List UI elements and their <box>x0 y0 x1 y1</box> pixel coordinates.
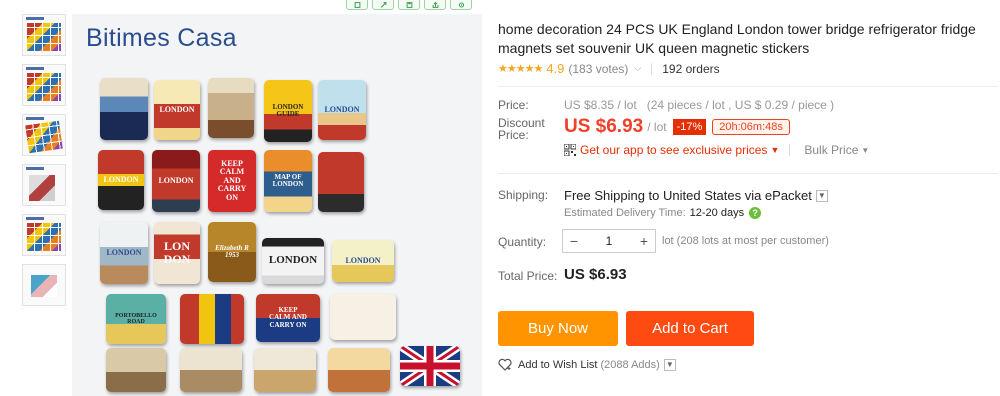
discount-price-label: Discount Price: <box>498 117 545 141</box>
divider <box>498 173 998 174</box>
quantity-stepper: − 1 + <box>562 229 656 253</box>
per-lot: / lot <box>647 120 667 134</box>
magnet-bus: LONDON <box>152 150 200 212</box>
magnet-passenger: LONDON <box>262 238 324 284</box>
magnet-trafalgar <box>180 348 242 392</box>
magnet-crown: Elizabeth R 1953 <box>208 222 256 282</box>
magnet-westminster <box>328 348 390 392</box>
divider <box>651 62 653 75</box>
delivery-estimate: Estimated Delivery Time: 12-20 days ? <box>564 207 762 219</box>
countdown-timer: 20h:06m:48s <box>712 119 790 135</box>
divider <box>789 144 791 156</box>
chevron-down-icon[interactable]: ⌵ <box>634 63 641 74</box>
chevron-down-icon[interactable]: ▼ <box>770 145 779 155</box>
quantity-input[interactable]: 1 <box>585 230 633 252</box>
free-shipping-text: Free Shipping to <box>564 188 660 203</box>
total-price: US $6.93 <box>564 266 627 283</box>
discount-label-line2: Price: <box>498 128 529 142</box>
product-title: home decoration 24 PCS UK England London… <box>498 21 976 56</box>
original-price: US $8.35 / lot (24 pieces / lot , US $ 0… <box>564 98 834 112</box>
wishlist-dropdown-icon[interactable]: ▼ <box>663 358 676 371</box>
magnet-london-poster: LONDON <box>98 150 144 210</box>
brand-logo: Bitimes Casa <box>86 24 237 52</box>
thumbnail-1[interactable] <box>22 14 66 56</box>
magnet-tower-bridge: LONDON <box>318 80 366 140</box>
magnet-keep-calm: KEEP CALM AND CARRY ON <box>208 150 256 212</box>
price-label: Price: <box>498 98 529 112</box>
eta-label: Estimated Delivery Time: <box>564 207 686 219</box>
chevron-down-icon[interactable]: ▼ <box>861 146 869 155</box>
magnet-underground-map <box>330 294 396 340</box>
heart-icon[interactable] <box>498 358 512 371</box>
app-prices-link[interactable]: Get our app to see exclusive prices <box>580 143 767 157</box>
original-price-value: US $8.35 / lot <box>564 98 637 112</box>
rating-value: 4.9 <box>546 61 565 76</box>
shipping-label: Shipping: <box>498 188 549 202</box>
add-to-cart-button[interactable]: Add to Cart <box>626 311 754 346</box>
wishlist-row: Add to Wish List (2088 Adds) ▼ <box>498 358 676 371</box>
magnet-guard: LONDON <box>154 80 200 140</box>
magnet-queen <box>100 78 148 140</box>
shipping-destination: United States via ePacket <box>663 188 812 203</box>
thumbnail-2[interactable] <box>22 64 66 106</box>
star-rating-icon: ★★★★★ <box>498 63 543 75</box>
orders-count: 192 orders <box>662 61 720 76</box>
share-icon[interactable] <box>372 0 394 10</box>
decrease-quantity-button[interactable]: − <box>563 230 585 252</box>
magnet-tower-bridge-photo <box>106 348 166 392</box>
discount-price-row: US $6.93 / lot -17% 20h:06m:48s <box>564 116 790 138</box>
quantity-note: lot (208 lots at most per customer) <box>662 235 829 247</box>
magnet-london-collage <box>180 294 244 344</box>
qr-code-icon <box>564 144 576 156</box>
magnet-union-jack <box>400 346 460 386</box>
discount-badge: -17% <box>672 119 707 135</box>
image-toolbar <box>346 0 472 10</box>
settings-icon[interactable] <box>450 0 472 10</box>
divider <box>498 86 998 87</box>
help-icon[interactable]: ? <box>749 207 762 219</box>
app-price-row: Get our app to see exclusive prices ▼ Bu… <box>564 143 869 157</box>
magnet-buckingham <box>254 348 316 392</box>
increase-quantity-button[interactable]: + <box>633 230 655 252</box>
thumbnail-5[interactable] <box>22 214 66 256</box>
magnet-double-decker <box>318 152 364 212</box>
wishlist-count: (2088 Adds) <box>600 358 660 371</box>
per-piece-price: (24 pieces / lot , US $ 0.29 / piece ) <box>646 98 835 112</box>
union-jack-icon <box>400 346 460 386</box>
eta-days: 12-20 days <box>689 207 745 219</box>
rating-row: ★★★★★ 4.9 (183 votes) ⌵ 192 orders <box>498 61 720 76</box>
thumbnail-6[interactable] <box>22 264 66 306</box>
magnet-london-sketch: LONDON <box>100 222 148 284</box>
magnet-map: MAP OF LONDON <box>264 150 312 212</box>
shipping-dropdown-icon[interactable]: ▼ <box>815 189 828 202</box>
votes-count[interactable]: (183 votes) <box>568 62 628 76</box>
total-price-label: Total Price: <box>498 269 558 283</box>
quantity-label: Quantity: <box>498 235 547 249</box>
magnet-portobello: PORTOBELLO ROAD <box>106 294 166 344</box>
shipping-info: Free Shipping to United States via ePack… <box>564 188 828 203</box>
export-icon[interactable] <box>424 0 446 10</box>
magnet-lon-don: LON DON <box>154 222 200 284</box>
save-icon[interactable] <box>398 0 420 10</box>
thumbnail-3[interactable] <box>22 114 66 156</box>
thumbnail-4[interactable] <box>22 164 66 206</box>
magnet-airplane: LONDON <box>332 240 394 282</box>
discount-price: US $6.93 <box>564 116 644 137</box>
magnet-keep-calm-flag: KEEP CALM AND CARRY ON <box>256 294 320 342</box>
product-main-image[interactable]: Bitimes Casa LONDON LONDON GUIDE LONDON … <box>72 14 482 396</box>
copy-icon[interactable] <box>346 0 368 10</box>
buy-now-button[interactable]: Buy Now <box>498 311 618 346</box>
magnet-big-ben <box>208 78 254 138</box>
bulk-price-dropdown[interactable]: Bulk Price <box>804 143 858 157</box>
magnet-london-guide: LONDON GUIDE <box>264 80 312 142</box>
add-to-wishlist-link[interactable]: Add to Wish List <box>518 359 597 371</box>
thumbnail-list <box>22 14 68 314</box>
